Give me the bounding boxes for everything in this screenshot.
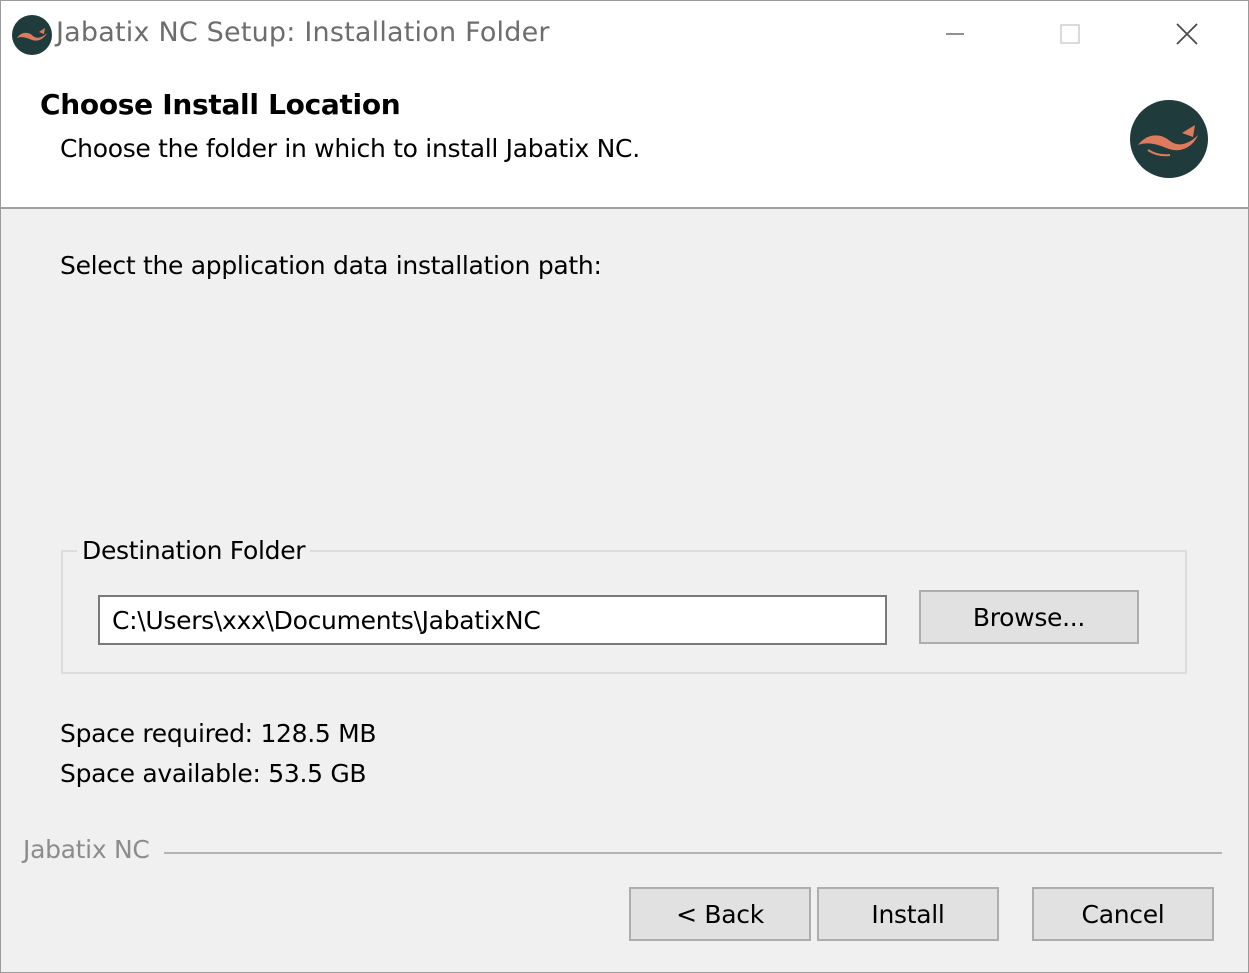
instruction-text: Select the application data installation…	[60, 251, 602, 280]
close-icon	[1176, 23, 1198, 45]
destination-folder-legend: Destination Folder	[77, 536, 311, 565]
back-button[interactable]: < Back	[629, 887, 811, 941]
footer-divider	[164, 852, 1222, 854]
jabatix-logo-icon	[1130, 100, 1208, 178]
close-button[interactable]	[1164, 11, 1210, 57]
page-title: Choose Install Location	[40, 88, 401, 121]
jabatix-logo-icon	[12, 15, 52, 55]
installer-window: Jabatix NC Setup: Installation Folder Ch…	[0, 0, 1249, 973]
browse-button[interactable]: Browse...	[919, 590, 1139, 644]
cancel-button[interactable]: Cancel	[1032, 887, 1214, 941]
maximize-icon	[1060, 24, 1080, 44]
space-available-text: Space available: 53.5 GB	[60, 759, 367, 788]
minimize-button[interactable]	[932, 11, 978, 57]
header-panel: Choose Install Location Choose the folde…	[1, 67, 1248, 209]
space-required-text: Space required: 128.5 MB	[60, 719, 377, 748]
title-bar[interactable]: Jabatix NC Setup: Installation Folder	[1, 1, 1248, 67]
page-subtitle: Choose the folder in which to install Ja…	[60, 134, 640, 163]
maximize-button[interactable]	[1047, 11, 1093, 57]
install-button[interactable]: Install	[817, 887, 999, 941]
window-title: Jabatix NC Setup: Installation Folder	[56, 17, 550, 48]
minimize-icon	[946, 33, 964, 35]
brand-label: Jabatix NC	[23, 835, 150, 864]
destination-path-input[interactable]	[98, 595, 887, 645]
